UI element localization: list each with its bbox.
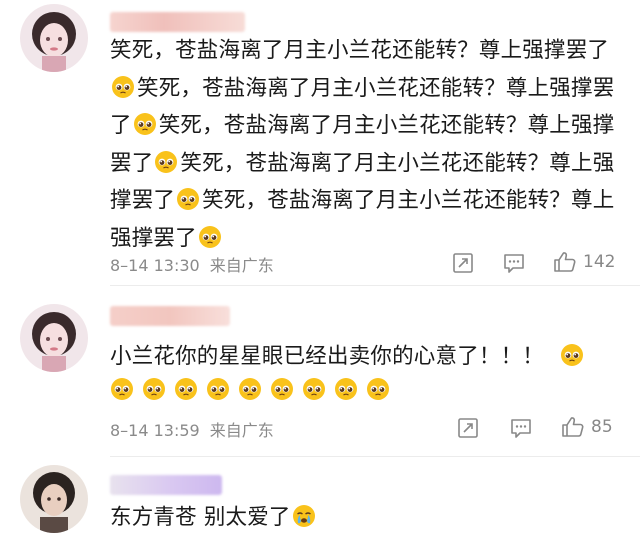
like-button[interactable]: 142 xyxy=(553,250,615,274)
avatar[interactable] xyxy=(20,465,88,533)
like-count: 85 xyxy=(591,417,613,437)
avatar[interactable] xyxy=(20,4,88,72)
pleading-face-icon xyxy=(366,377,390,401)
pleading-face-icon xyxy=(174,377,198,401)
pleading-face-icon xyxy=(270,377,294,401)
pleading-face-icon xyxy=(133,112,157,136)
pleading-face-icon xyxy=(198,225,222,249)
thumbs-up-icon xyxy=(562,417,584,437)
comment-icon xyxy=(511,419,531,438)
comment-meta: 8–14 13:30 来自广东 xyxy=(110,252,274,276)
pleading-face-icon xyxy=(176,187,200,211)
pleading-face-icon xyxy=(142,377,166,401)
like-button[interactable]: 85 xyxy=(561,415,613,439)
comment-location: 来自广东 xyxy=(209,256,274,275)
avatar[interactable] xyxy=(20,304,88,372)
comment-button[interactable] xyxy=(510,417,532,439)
comment-text: 小兰花你的星星眼已经出卖你的心意了！！！ xyxy=(110,338,622,376)
share-icon xyxy=(458,418,478,438)
share-button[interactable] xyxy=(457,417,479,439)
comment-date: 8–14 13:59 xyxy=(110,421,200,440)
comment-item: 笑死，苍盐海离了月主小兰花还能转？尊上强撑罢了 笑死，苍盐海离了月主小兰花还能转？… xyxy=(0,0,640,286)
pleading-face-icon xyxy=(111,75,135,99)
username-blurred[interactable] xyxy=(110,475,222,495)
username-blurred[interactable] xyxy=(110,12,245,32)
pleading-face-icon xyxy=(560,343,584,367)
like-count: 142 xyxy=(583,252,616,272)
comment-location: 来自广东 xyxy=(209,421,274,440)
comment-text: 笑死，苍盐海离了月主小兰花还能转？尊上强撑罢了 笑死，苍盐海离了月主小兰花还能转？… xyxy=(110,32,622,257)
pleading-face-icon xyxy=(334,377,358,401)
comment-text-segment: 笑死，苍盐海离了月主小兰花还能转？尊上强撑罢了 xyxy=(110,38,610,63)
comment-text-segment: 东方青苍 别太爱了 xyxy=(110,505,291,530)
crying-face-icon xyxy=(292,504,316,528)
emoji-row xyxy=(110,377,398,403)
pleading-face-icon xyxy=(206,377,230,401)
comment-meta: 8–14 13:59 来自广东 xyxy=(110,417,274,441)
comment-text: 东方青苍 别太爱了 xyxy=(110,499,622,537)
comment-date: 8–14 13:30 xyxy=(110,256,200,275)
comment-icon xyxy=(504,254,524,273)
comment-text-segment: 小兰花你的星星眼已经出卖你的心意了！！！ xyxy=(110,344,545,369)
pleading-face-icon xyxy=(302,377,326,401)
comment-item: 小兰花你的星星眼已经出卖你的心意了！！！ 8–14 13:59 来自广东 85 xyxy=(0,286,640,457)
pleading-face-icon xyxy=(238,377,262,401)
share-button[interactable] xyxy=(452,252,474,274)
pleading-face-icon xyxy=(154,150,178,174)
thumbs-up-icon xyxy=(554,252,576,272)
comment-item: 东方青苍 别太爱了 xyxy=(0,457,640,546)
username-blurred[interactable] xyxy=(110,306,230,326)
comment-button[interactable] xyxy=(503,252,525,274)
share-icon xyxy=(453,253,473,273)
pleading-face-icon xyxy=(110,377,134,401)
